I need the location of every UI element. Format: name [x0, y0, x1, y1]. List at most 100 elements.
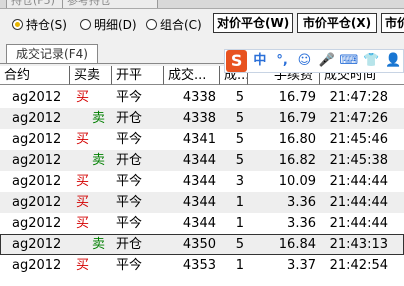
ime-skin-icon[interactable]: 👕	[362, 51, 381, 71]
trade-records-table: 合约 买卖 开平 成交... 成... 手续费 成交时间 ag2012 买平今 43…	[0, 66, 404, 286]
cell-contract: ag2012	[12, 132, 62, 147]
cell-contract: ag2012	[12, 153, 62, 168]
cell-offset: 平今	[116, 90, 143, 105]
close-counter-price-button[interactable]: 对价平仓(W)	[213, 13, 293, 33]
cell-contract: ag2012	[12, 237, 62, 252]
radio-dot-checked-icon	[12, 18, 23, 30]
radio-combo[interactable]: 组合(C)	[146, 16, 202, 32]
radio-holding[interactable]: 持仓(S)	[12, 16, 67, 32]
table-row[interactable]: ag2012 卖开仓 4338 5 16.79 21:47:26	[0, 108, 404, 129]
cell-offset: 平今	[116, 132, 143, 147]
cell-price: 4344	[182, 153, 216, 168]
cell-side: 卖	[92, 153, 106, 168]
cell-fee: 16.79	[278, 90, 316, 105]
cell-qty: 1	[235, 195, 244, 210]
cell-offset: 开仓	[116, 153, 143, 168]
table-row[interactable]: ag2012 买 平今 4353 1 3.37 21:42:54	[0, 255, 404, 276]
cell-time: 21:44:44	[329, 216, 388, 231]
ime-voice-icon[interactable]: 🎤	[317, 51, 336, 71]
cell-fee: 16.82	[278, 153, 316, 168]
close-market-more-button[interactable]: 市价	[381, 13, 404, 33]
radio-dot-icon	[146, 18, 157, 30]
cell-price: 4353	[182, 258, 216, 273]
cell-offset: 平今	[116, 195, 143, 210]
cell-offset: 开仓	[116, 237, 143, 252]
header-price[interactable]: 成交...	[164, 66, 220, 85]
cell-contract: ag2012	[12, 216, 62, 231]
cell-contract: ag2012	[12, 195, 62, 210]
top-tab-strip: 持仓(F5) 参考持仓	[0, 0, 404, 9]
radio-combo-label: 组合(C)	[160, 17, 202, 32]
cell-qty: 5	[235, 90, 244, 105]
cell-price: 4350	[182, 237, 216, 252]
cell-qty: 5	[235, 153, 244, 168]
table-row[interactable]: ag2012 卖开仓 4350 5 16.84 21:43:13	[0, 234, 404, 255]
cell-time: 21:44:44	[329, 174, 388, 189]
ime-keyboard-icon[interactable]: ⌨	[339, 51, 359, 71]
cell-qty: 5	[235, 237, 244, 252]
cell-offset: 平今	[116, 174, 143, 189]
table-row[interactable]: ag2012 买 平今 4344 3 10.09 21:44:44	[0, 171, 404, 192]
header-contract[interactable]: 合约	[0, 66, 70, 85]
cell-offset: 开仓	[116, 111, 143, 126]
table-row[interactable]: ag2012 买 平今 4344 1 3.36 21:44:44	[0, 192, 404, 213]
table-row[interactable]: ag2012 买 平今 4338 5 16.79 21:47:28	[0, 87, 404, 108]
cell-qty: 5	[235, 132, 244, 147]
cell-fee: 3.36	[287, 195, 316, 210]
tab-reference-holding[interactable]: 参考持仓	[62, 0, 158, 8]
table-row[interactable]: ag2012 买 平今 4344 1 3.36 21:44:44	[0, 213, 404, 234]
cell-price: 4344	[182, 174, 216, 189]
cell-contract: ag2012	[12, 258, 62, 273]
cell-price: 4344	[182, 216, 216, 231]
cell-side: 卖	[92, 111, 106, 126]
cell-side: 买	[76, 258, 90, 273]
table-row[interactable]: ag2012 买 平今 4341 5 16.80 21:45:46	[0, 129, 404, 150]
cell-fee: 3.37	[287, 258, 316, 273]
cell-offset: 平今	[116, 216, 143, 231]
sogou-logo-icon[interactable]: S	[226, 50, 248, 72]
radio-dot-icon	[80, 18, 91, 30]
cell-side: 卖	[92, 237, 106, 252]
cell-contract: ag2012	[12, 90, 62, 105]
cell-time: 21:44:44	[329, 195, 388, 210]
cell-fee: 16.84	[278, 237, 316, 252]
cell-side: 买	[76, 216, 90, 231]
cell-qty: 5	[235, 111, 244, 126]
cell-qty: 1	[235, 216, 244, 231]
cell-time: 21:42:54	[329, 258, 388, 273]
cell-fee: 3.36	[287, 216, 316, 231]
radio-holding-label: 持仓(S)	[26, 17, 67, 32]
cell-contract: ag2012	[12, 111, 62, 126]
cell-fee: 10.09	[278, 174, 316, 189]
ime-emoji-icon[interactable]: ☺	[295, 51, 314, 71]
cell-price: 4344	[182, 195, 216, 210]
cell-price: 4338	[182, 111, 216, 126]
radio-detail[interactable]: 明细(D)	[80, 16, 137, 32]
cell-offset: 平今	[116, 258, 143, 273]
header-side[interactable]: 买卖	[70, 66, 112, 85]
table-row[interactable]: ag2012 卖开仓 4344 5 16.82 21:45:38	[0, 150, 404, 171]
cell-side: 买	[76, 90, 90, 105]
header-offset[interactable]: 开平	[112, 66, 164, 85]
close-market-price-button[interactable]: 市价平仓(X)	[297, 13, 377, 33]
cell-qty: 1	[235, 258, 244, 273]
cell-time: 21:45:38	[329, 153, 388, 168]
ime-user-icon[interactable]: 👤	[384, 51, 403, 71]
cell-time: 21:43:13	[329, 237, 388, 252]
cell-side: 买	[76, 132, 90, 147]
cell-qty: 3	[235, 174, 244, 189]
cell-fee: 16.79	[278, 111, 316, 126]
cell-time: 21:45:46	[329, 132, 388, 147]
ime-toolbar: S 中 °, ☺ 🎤 ⌨ 👕 👤	[224, 49, 404, 73]
tab-holding[interactable]: 持仓(F5)	[6, 0, 66, 8]
ime-mode-toggle[interactable]: 中	[250, 51, 269, 71]
tab-trade-records[interactable]: 成交记录(F4)	[6, 44, 98, 64]
cell-contract: ag2012	[12, 174, 62, 189]
ime-punctuation-icon[interactable]: °,	[272, 51, 291, 71]
position-toolbar: 持仓(S) 明细(D) 组合(C) 对价平仓(W) 市价平仓(X) 市价	[0, 9, 404, 39]
cell-side: 买	[76, 195, 90, 210]
cell-price: 4338	[182, 90, 216, 105]
cell-price: 4341	[182, 132, 216, 147]
radio-detail-label: 明细(D)	[94, 17, 137, 32]
cell-time: 21:47:28	[329, 90, 388, 105]
